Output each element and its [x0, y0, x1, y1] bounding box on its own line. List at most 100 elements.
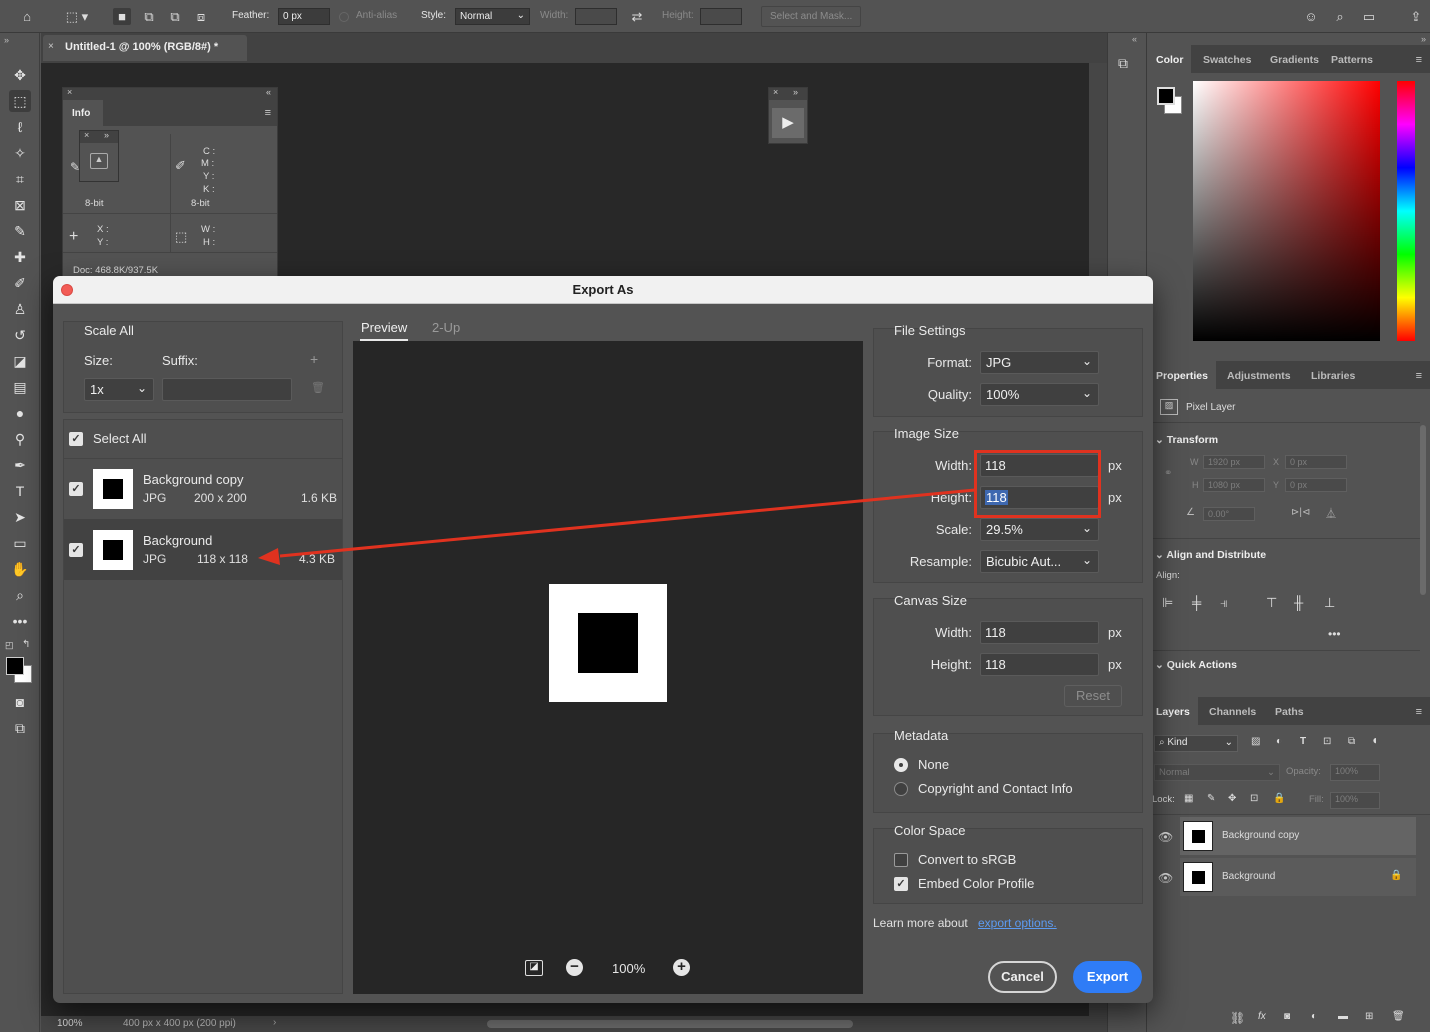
- filter-pixel-icon[interactable]: ▨: [1251, 736, 1260, 747]
- layer-row[interactable]: Background 🔒: [1180, 858, 1416, 896]
- dodge-tool-icon[interactable]: ⚲: [9, 428, 31, 450]
- filter-shape-icon[interactable]: ⊡: [1323, 736, 1331, 747]
- fill-input[interactable]: 100%: [1330, 792, 1380, 809]
- blend-mode-select[interactable]: Normal ⌄: [1154, 764, 1280, 781]
- style-select[interactable]: Normal ⌄: [455, 8, 530, 25]
- eraser-tool-icon[interactable]: ◪: [9, 350, 31, 372]
- swap-icon[interactable]: ⇄: [628, 8, 646, 25]
- transform-y-input[interactable]: 0 px: [1285, 478, 1347, 492]
- magic-wand-tool-icon[interactable]: ✧: [9, 142, 31, 164]
- path-selection-tool-icon[interactable]: ➤: [9, 506, 31, 528]
- layer-row[interactable]: Background copy: [1180, 817, 1416, 855]
- intersect-selection-icon[interactable]: ⧈: [192, 8, 210, 25]
- canvas-height-input[interactable]: 118: [980, 653, 1099, 676]
- screen-mode-icon[interactable]: ⧉: [9, 717, 31, 739]
- swap-colors-icon[interactable]: ↰: [22, 639, 30, 650]
- tab-adjustments[interactable]: Adjustments: [1219, 361, 1299, 389]
- convert-srgb-checkbox[interactable]: [894, 853, 908, 867]
- share-icon[interactable]: ⇪: [1407, 8, 1425, 25]
- lock-transparent-icon[interactable]: ▦: [1184, 793, 1193, 804]
- preview-area[interactable]: ◪ − 100% +: [353, 341, 863, 994]
- crop-tool-icon[interactable]: ⌗: [9, 168, 31, 190]
- close-button[interactable]: [61, 284, 73, 296]
- subtract-selection-icon[interactable]: ⧉: [166, 8, 184, 25]
- zoom-in-icon[interactable]: +: [673, 959, 690, 976]
- zoom-tool-icon[interactable]: ⌕: [9, 584, 31, 606]
- lasso-tool-icon[interactable]: ℓ: [9, 116, 31, 138]
- hue-slider[interactable]: [1397, 81, 1415, 341]
- move-tool-icon[interactable]: ✥: [9, 64, 31, 86]
- expand-icon[interactable]: »: [793, 87, 798, 97]
- transform-width-input[interactable]: 1920 px: [1203, 455, 1265, 469]
- navigator-icon[interactable]: ▲: [90, 153, 108, 169]
- tab-preview[interactable]: Preview: [361, 320, 407, 335]
- feather-input[interactable]: 0 px: [278, 8, 330, 25]
- history-panel-icon[interactable]: ⧉: [1118, 55, 1138, 79]
- play-icon[interactable]: ▶: [772, 108, 804, 138]
- panel-menu-icon[interactable]: ≡: [265, 107, 271, 119]
- expand-icon[interactable]: »: [1421, 34, 1426, 44]
- list-item[interactable]: ✓ Background copy JPG 200 x 200 1.6 KB: [64, 459, 342, 519]
- reset-button[interactable]: Reset: [1064, 685, 1122, 707]
- tab-properties[interactable]: Properties: [1148, 361, 1216, 389]
- quick-mask-icon[interactable]: ◙: [9, 691, 31, 713]
- flip-vertical-icon[interactable]: ⏅: [1326, 505, 1336, 520]
- align-bottom-icon[interactable]: ⊥: [1324, 595, 1335, 611]
- format-select[interactable]: JPG ⌄: [980, 351, 1099, 374]
- type-tool-icon[interactable]: T: [9, 480, 31, 502]
- history-brush-tool-icon[interactable]: ↺: [9, 324, 31, 346]
- blur-tool-icon[interactable]: ●: [9, 402, 31, 424]
- workspace-icon[interactable]: ▭: [1360, 8, 1378, 25]
- toggle-background-icon[interactable]: ◪: [525, 960, 543, 976]
- hand-tool-icon[interactable]: ✋: [9, 558, 31, 580]
- document-tab[interactable]: × Untitled-1 @ 100% (RGB/8#) *: [43, 35, 247, 61]
- close-icon[interactable]: ×: [84, 130, 89, 140]
- transform-height-input[interactable]: 1080 px: [1203, 478, 1265, 492]
- brush-tool-icon[interactable]: ✐: [9, 272, 31, 294]
- frame-tool-icon[interactable]: ⊠: [9, 194, 31, 216]
- item-checkbox[interactable]: ✓: [69, 543, 83, 557]
- zoom-out-icon[interactable]: −: [566, 959, 583, 976]
- adjustment-layer-icon[interactable]: ◐: [1311, 1011, 1317, 1022]
- collapse-icon[interactable]: «: [1132, 34, 1137, 44]
- lock-image-icon[interactable]: ✎: [1207, 793, 1215, 804]
- filter-type-icon[interactable]: T: [1300, 736, 1306, 747]
- align-right-icon[interactable]: ⫣: [1220, 595, 1228, 611]
- close-icon[interactable]: ×: [773, 87, 778, 97]
- more-tools-icon[interactable]: •••: [9, 610, 31, 632]
- select-and-mask-button[interactable]: Select and Mask...: [761, 6, 862, 27]
- new-selection-icon[interactable]: ■: [113, 8, 131, 25]
- properties-scrollbar[interactable]: [1420, 425, 1426, 595]
- foreground-color-swatch[interactable]: [6, 657, 24, 675]
- pen-tool-icon[interactable]: ✒: [9, 454, 31, 476]
- color-picker-field[interactable]: [1193, 81, 1380, 341]
- status-arrow-icon[interactable]: ›: [273, 1017, 276, 1028]
- add-scale-icon[interactable]: +: [310, 351, 318, 367]
- delete-layer-icon[interactable]: 🗑: [1392, 1011, 1405, 1022]
- expand-icon[interactable]: »: [104, 130, 109, 140]
- collapse-icon[interactable]: «: [266, 87, 271, 97]
- antialias-radio[interactable]: [339, 12, 349, 22]
- lock-artboard-icon[interactable]: ⊡: [1250, 793, 1258, 804]
- height-input[interactable]: [700, 8, 742, 25]
- marquee-tool-icon[interactable]: ⬚: [9, 90, 31, 112]
- align-center-v-icon[interactable]: ╫: [1294, 595, 1303, 610]
- link-layers-icon[interactable]: ⛓: [1230, 1011, 1245, 1025]
- transform-x-input[interactable]: 0 px: [1285, 455, 1347, 469]
- healing-brush-tool-icon[interactable]: ✚: [9, 246, 31, 268]
- expand-icon[interactable]: »: [4, 35, 9, 45]
- foreground-color-swatch[interactable]: [1157, 87, 1175, 105]
- link-icon[interactable]: ⚭: [1164, 468, 1172, 479]
- select-all-checkbox[interactable]: ✓: [69, 432, 83, 446]
- list-item[interactable]: ✓ Background JPG 118 x 118 4.3 KB: [64, 519, 342, 580]
- new-layer-icon[interactable]: ⊞: [1365, 1011, 1373, 1022]
- eyedropper-tool-icon[interactable]: ✎: [9, 220, 31, 242]
- fx-icon[interactable]: fx: [1258, 1011, 1266, 1022]
- lock-all-icon[interactable]: 🔒: [1273, 793, 1285, 804]
- align-left-icon[interactable]: ⊫: [1162, 595, 1173, 611]
- size-select[interactable]: 1x ⌄: [84, 378, 154, 401]
- angle-input[interactable]: 0.00°: [1203, 507, 1255, 521]
- suffix-input[interactable]: [162, 378, 292, 401]
- tab-channels[interactable]: Channels: [1201, 697, 1264, 725]
- opacity-input[interactable]: 100%: [1330, 764, 1380, 781]
